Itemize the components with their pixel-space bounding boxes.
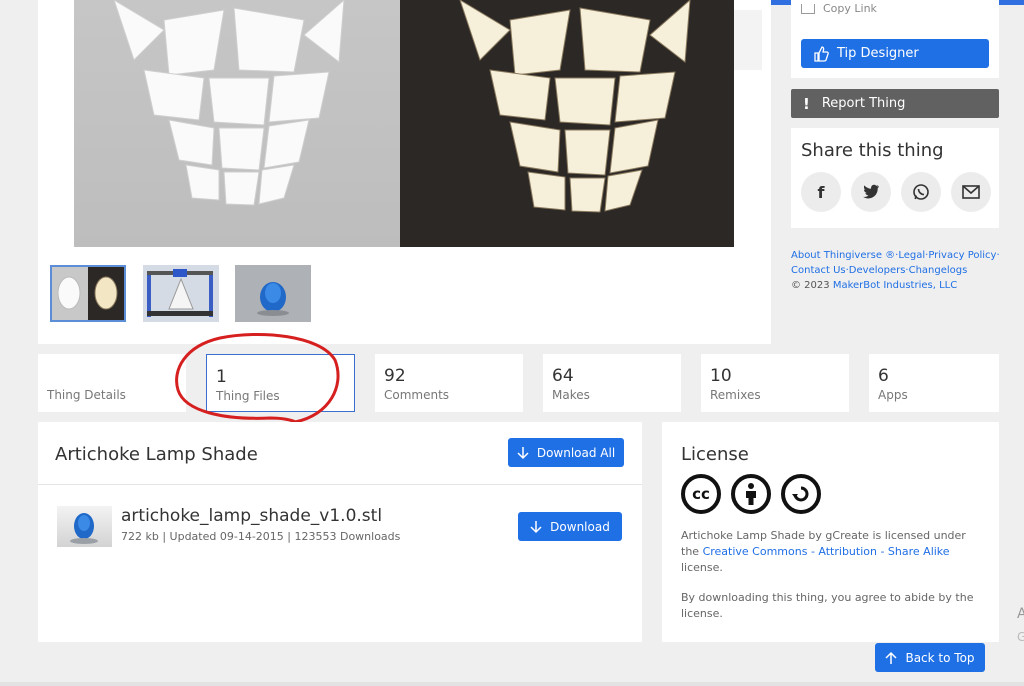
cc-icon: cc [681, 474, 721, 514]
copyright-year: © 2023 [791, 280, 830, 291]
license-card: License cc Artichoke Lamp Shade by gCrea… [662, 422, 999, 642]
twitter-icon[interactable] [851, 172, 891, 212]
arrow-down-icon [530, 520, 542, 533]
mail-icon[interactable] [951, 172, 991, 212]
share-card: Share this thing f [791, 128, 999, 228]
action-card: Copy Link Tip Designer [791, 0, 999, 78]
facebook-icon[interactable]: f [801, 172, 841, 212]
tab-thing-details[interactable]: Thing Details [38, 354, 186, 412]
share-alike-icon [781, 474, 821, 514]
files-card: Artichoke Lamp Shade Download All artich… [38, 422, 642, 642]
copyright: © 2023 MakerBot Industries, LLC [791, 278, 1011, 293]
copyright-owner[interactable]: MakerBot Industries, LLC [833, 280, 957, 291]
thumbnail-1[interactable] [50, 265, 126, 322]
license-note: By downloading this thing, you agree to … [681, 591, 974, 620]
gallery-next-area[interactable] [734, 10, 762, 70]
license-text-suffix: license. [681, 561, 723, 574]
tab-thing-files[interactable]: 1 Thing Files [206, 354, 355, 412]
footer-links: About Thingiverse ®·Legal·Privacy Policy… [791, 248, 1011, 293]
tip-designer-label: Tip Designer [837, 46, 919, 61]
license-link[interactable]: Creative Commons - Attribution - Share A… [703, 545, 950, 558]
cropped-text-2: G [1017, 630, 1024, 644]
license-icons: cc [681, 474, 821, 514]
tip-designer-button[interactable]: Tip Designer [801, 39, 989, 68]
back-to-top-label: Back to Top [905, 650, 975, 665]
share-title: Share this thing [801, 140, 944, 161]
download-all-button[interactable]: Download All [508, 438, 624, 467]
footer-links-line-1[interactable]: About Thingiverse ®·Legal·Privacy Policy… [791, 248, 1011, 263]
share-icons: f [801, 172, 991, 212]
file-thumbnail[interactable] [57, 506, 112, 547]
license-author[interactable]: gCreate [825, 529, 869, 542]
tab-comments[interactable]: 92 Comments [375, 354, 523, 412]
tab-label: Thing Files [216, 389, 280, 403]
arrow-up-icon [885, 651, 897, 664]
download-all-label: Download All [536, 445, 616, 460]
download-label: Download [550, 519, 610, 534]
tab-count: 10 [710, 366, 732, 386]
download-button[interactable]: Download [518, 512, 622, 541]
files-title: Artichoke Lamp Shade [55, 444, 258, 465]
main-image[interactable] [74, 0, 734, 247]
tab-makes[interactable]: 64 Makes [543, 354, 681, 412]
tab-remixes[interactable]: 10 Remixes [701, 354, 849, 412]
back-to-top-button[interactable]: Back to Top [875, 643, 985, 672]
tab-count: 92 [384, 366, 406, 386]
tab-label: Makes [552, 388, 590, 402]
cropped-text: A [1017, 606, 1024, 622]
file-name[interactable]: artichoke_lamp_shade_v1.0.stl [121, 506, 382, 526]
report-thing-label: Report Thing [821, 96, 906, 111]
license-text: Artichoke Lamp Shade by gCreate is licen… [681, 528, 981, 576]
tab-count: 64 [552, 366, 574, 386]
footer-links-line-2[interactable]: Contact Us·Developers·Changelogs [791, 263, 1011, 278]
tab-label: Remixes [710, 388, 761, 402]
lamp-photo-unlit [74, 0, 400, 247]
arrow-down-icon [517, 446, 529, 459]
license-text-prefix: Artichoke Lamp Shade by [681, 529, 822, 542]
thumbs-up-icon [814, 45, 829, 62]
license-title: License [681, 444, 749, 465]
share-box-icon [801, 3, 815, 14]
tab-count: 1 [216, 367, 227, 387]
exclamation-icon: ! [803, 94, 810, 113]
whatsapp-icon[interactable] [901, 172, 941, 212]
tab-label: Comments [384, 388, 450, 402]
tab-label: Apps [878, 388, 908, 402]
attribution-icon [731, 474, 771, 514]
tab-label: Thing Details [47, 388, 126, 402]
bottom-edge [0, 682, 1024, 686]
tab-count [47, 366, 186, 386]
divider [38, 484, 642, 485]
copy-link-label: Copy Link [823, 2, 877, 15]
tab-apps[interactable]: 6 Apps [869, 354, 999, 412]
gallery-card [38, 0, 771, 344]
lamp-photo-lit [400, 0, 734, 247]
tab-count: 6 [878, 366, 889, 386]
thumbnail-2[interactable] [143, 265, 219, 322]
thumbnail-3[interactable] [235, 265, 311, 322]
copy-link-button[interactable]: Copy Link [801, 2, 877, 15]
report-thing-button[interactable]: ! Report Thing [791, 89, 999, 118]
file-meta: 722 kb | Updated 09-14-2015 | 123553 Dow… [121, 530, 401, 543]
